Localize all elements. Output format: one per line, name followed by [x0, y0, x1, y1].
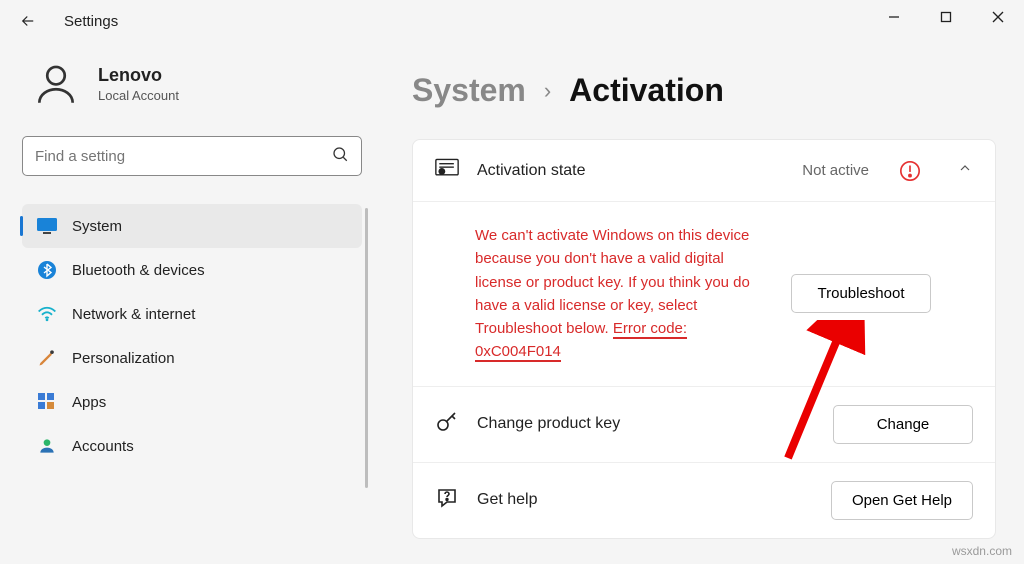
account-type: Local Account	[98, 88, 179, 103]
sidebar-item-personalization[interactable]: Personalization	[22, 336, 362, 380]
breadcrumb-parent[interactable]: System	[412, 72, 526, 109]
chevron-right-icon: ›	[544, 78, 551, 104]
back-button[interactable]	[12, 5, 44, 37]
system-icon	[36, 215, 58, 237]
sidebar-item-label: Apps	[72, 394, 106, 411]
network-icon	[36, 303, 58, 325]
avatar-icon	[28, 56, 84, 112]
key-icon	[435, 410, 459, 439]
sidebar-item-system[interactable]: System	[22, 204, 362, 248]
change-product-key-label: Change product key	[477, 415, 815, 433]
activation-state-row[interactable]: Activation state Not active	[413, 140, 995, 202]
sidebar-item-accounts[interactable]: Accounts	[22, 424, 362, 468]
accounts-icon	[36, 435, 58, 457]
breadcrumb: System › Activation	[412, 72, 996, 109]
activation-error-row: We can't activate Windows on this device…	[413, 202, 995, 387]
get-help-row: Get help Open Get Help	[413, 463, 995, 538]
change-product-key-row: Change product key Change	[413, 387, 995, 463]
activation-error-text: We can't activate Windows on this device…	[475, 224, 765, 364]
sidebar-item-bluetooth[interactable]: Bluetooth & devices	[22, 248, 362, 292]
maximize-button[interactable]	[920, 0, 972, 34]
search-input[interactable]	[35, 148, 331, 165]
certificate-icon	[435, 158, 459, 183]
account-name: Lenovo	[98, 65, 179, 86]
search-box[interactable]	[22, 136, 362, 176]
sidebar-item-label: Accounts	[72, 438, 134, 455]
watermark: wsxdn.com	[952, 544, 1012, 558]
get-help-label: Get help	[477, 491, 813, 509]
page-title: Activation	[569, 72, 724, 109]
account-block[interactable]: Lenovo Local Account	[22, 42, 362, 136]
search-icon	[331, 145, 349, 168]
nav-scrollbar[interactable]	[365, 208, 368, 488]
help-icon	[435, 486, 459, 515]
close-button[interactable]	[972, 0, 1024, 34]
open-get-help-button[interactable]: Open Get Help	[831, 481, 973, 520]
nav-list: System Bluetooth & devices Network & int…	[22, 204, 362, 468]
window-title: Settings	[64, 13, 118, 30]
troubleshoot-button[interactable]: Troubleshoot	[791, 274, 931, 313]
apps-icon	[36, 391, 58, 413]
personalization-icon	[36, 347, 58, 369]
sidebar-item-label: System	[72, 218, 122, 235]
change-button[interactable]: Change	[833, 405, 973, 444]
chevron-up-icon	[957, 160, 973, 181]
activation-card: Activation state Not active We can't act…	[412, 139, 996, 539]
minimize-button[interactable]	[868, 0, 920, 34]
sidebar-item-apps[interactable]: Apps	[22, 380, 362, 424]
activation-status: Not active	[802, 162, 869, 179]
sidebar-item-label: Bluetooth & devices	[72, 262, 205, 279]
alert-icon	[899, 160, 921, 182]
activation-state-label: Activation state	[477, 162, 784, 180]
bluetooth-icon	[36, 259, 58, 281]
sidebar-item-label: Network & internet	[72, 306, 195, 323]
sidebar-item-label: Personalization	[72, 350, 175, 367]
sidebar-item-network[interactable]: Network & internet	[22, 292, 362, 336]
